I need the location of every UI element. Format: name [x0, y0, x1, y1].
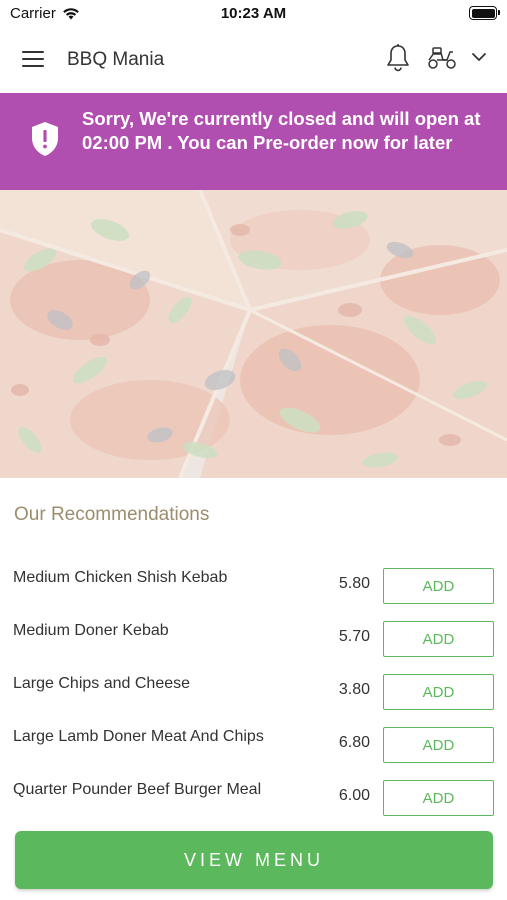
status-bar: Carrier 10:23 AM	[0, 0, 507, 30]
list-item: Quarter Pounder Beef Burger Meal 6.00 AD…	[0, 768, 507, 821]
restaurant-title: BBQ Mania	[67, 49, 165, 70]
closed-notice-banner: Sorry, We're currently closed and will o…	[0, 93, 507, 190]
app-header: BBQ Mania	[0, 30, 507, 92]
shield-alert-icon	[32, 122, 58, 156]
item-name: Medium Doner Kebab	[13, 622, 169, 639]
item-price: 6.80	[338, 734, 370, 751]
recommendations-title: Our Recommendations	[14, 504, 210, 525]
add-button[interactable]: ADD	[383, 621, 494, 657]
item-name: Large Chips and Cheese	[13, 675, 191, 692]
view-menu-button[interactable]: VIEW MENU	[15, 831, 493, 889]
item-name: Large Lamb Doner Meat And Chips	[13, 728, 264, 745]
item-price: 3.80	[338, 681, 370, 698]
bell-icon[interactable]	[385, 43, 411, 73]
list-item: Medium Doner Kebab 5.70 ADD	[0, 609, 507, 662]
add-button[interactable]: ADD	[383, 727, 494, 763]
item-price: 5.80	[338, 575, 370, 592]
hamburger-menu-icon[interactable]	[22, 50, 46, 70]
chevron-down-icon[interactable]	[470, 48, 488, 66]
item-price: 5.70	[338, 628, 370, 645]
list-item: Large Chips and Cheese 3.80 ADD	[0, 662, 507, 715]
hero-image	[0, 190, 507, 478]
list-item: Large Lamb Doner Meat And Chips 6.80 ADD	[0, 715, 507, 768]
add-button[interactable]: ADD	[383, 780, 494, 816]
item-name: Quarter Pounder Beef Burger Meal	[13, 781, 262, 798]
closed-notice-text: Sorry, We're currently closed and will o…	[82, 108, 481, 153]
item-price: 6.00	[338, 787, 370, 804]
scooter-icon[interactable]	[426, 44, 458, 72]
add-button[interactable]: ADD	[383, 568, 494, 604]
status-time: 10:23 AM	[220, 5, 287, 22]
item-name: Medium Chicken Shish Kebab	[13, 569, 228, 586]
list-item: Medium Chicken Shish Kebab 5.80 ADD	[0, 556, 507, 609]
add-button[interactable]: ADD	[383, 674, 494, 710]
pizza-image	[0, 190, 507, 478]
battery-icon	[469, 6, 500, 20]
